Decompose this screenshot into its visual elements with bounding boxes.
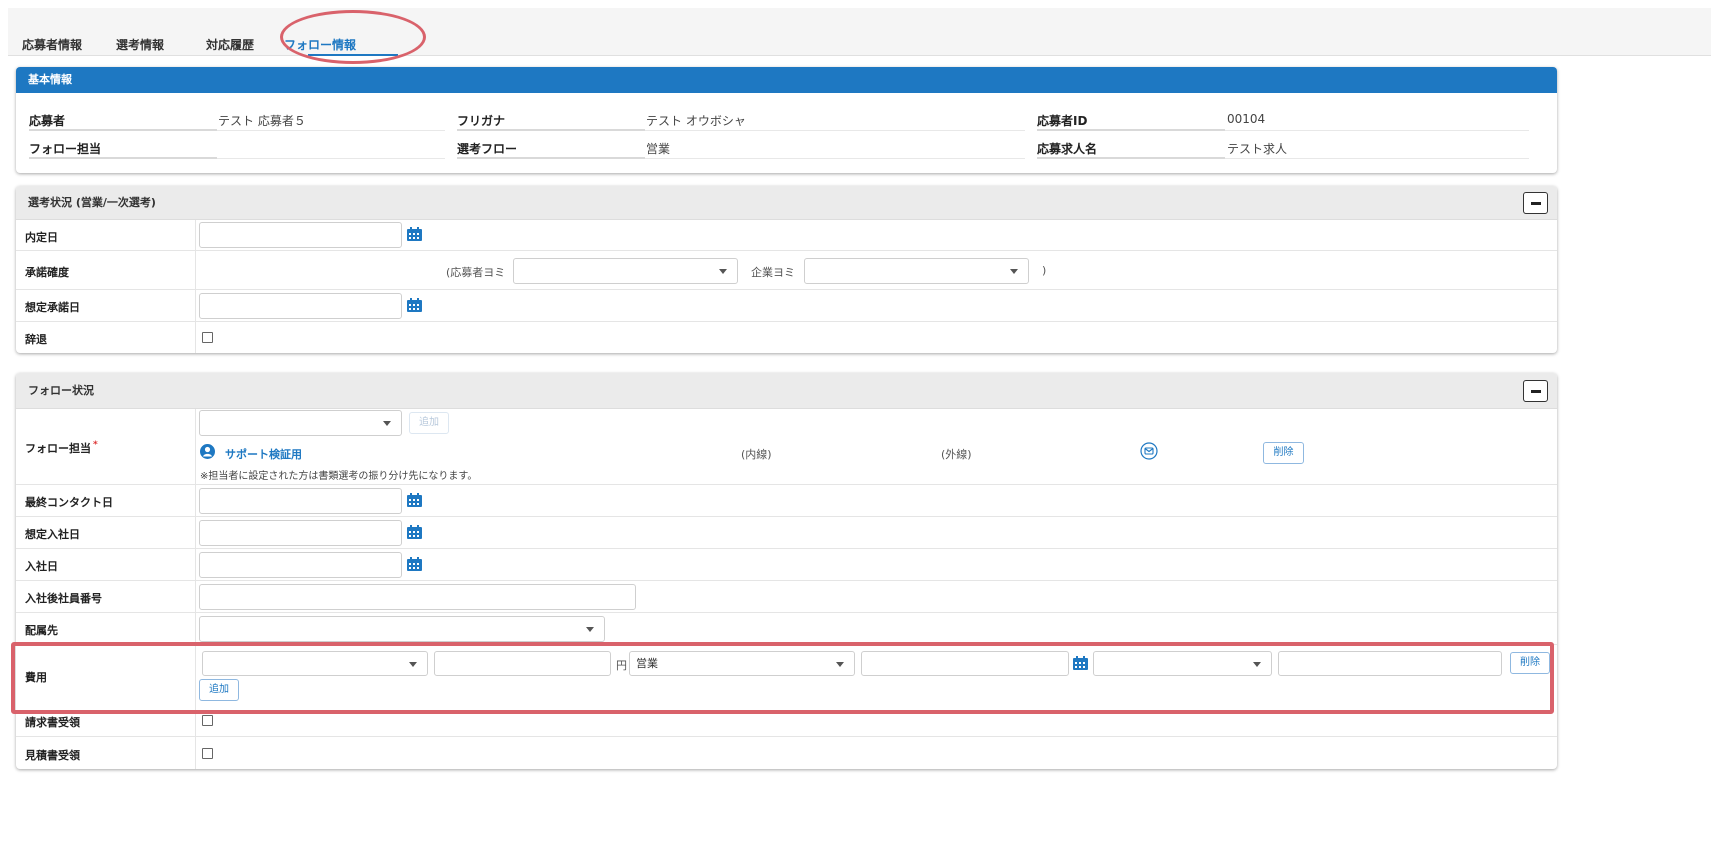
underline [457,157,645,159]
tab-bar: 応募者情報 選考情報 対応履歴 フォロー情報 [8,8,1711,56]
invoice-label: 請求書受領 [25,716,80,729]
mail-icon[interactable] [1140,442,1158,460]
collapse-selection-button[interactable] [1523,192,1548,214]
paren-close: ) [1042,264,1047,277]
acceptance-label: 承諾確度 [25,266,69,279]
underline [217,130,445,131]
basic-info-header: 基本情報 [16,67,1557,93]
tab-applicant-info[interactable]: 応募者情報 [22,36,82,53]
tab-response-history[interactable]: 対応履歴 [206,36,254,53]
applicant-yomi-select[interactable] [513,258,738,284]
applicant-id-value: 00104 [1227,112,1266,126]
add-owner-button[interactable]: 追加 [409,412,449,434]
applicant-label: 応募者 [29,114,66,128]
chevron-down-icon [1010,269,1018,274]
assignment-label: 配属先 [25,624,58,637]
calendar-icon[interactable] [407,525,422,539]
company-yomi-label: 企業ヨミ [751,266,795,279]
underline [1037,129,1225,131]
row-divider [16,736,1557,737]
expected-accept-input[interactable] [199,293,402,319]
estimate-checkbox[interactable] [202,748,213,759]
decline-label: 辞退 [25,333,47,346]
follow-owner-row-label: フォロー担当 * [25,440,98,455]
chevron-down-icon [383,421,391,426]
underline [217,158,445,159]
offer-date-label: 内定日 [25,231,58,244]
row-divider [16,548,1557,549]
underline [29,157,217,159]
follow-owner-label: フォロー担当 [29,142,102,156]
job-name-label: 応募求人名 [1037,142,1098,156]
furigana-value: テスト オウボシャ [646,114,746,128]
calendar-icon[interactable] [407,493,422,507]
follow-status-header: フォロー状況 [16,373,1557,409]
applicant-value: テスト 応募者５ [218,114,306,128]
underline [1037,157,1225,159]
expected-accept-label: 想定承諾日 [25,301,80,314]
offer-date-input[interactable] [199,222,402,248]
company-yomi-select[interactable] [804,258,1029,284]
internal-ext: (内線) [741,448,772,461]
tab-selection-info[interactable]: 選考情報 [116,36,164,53]
external-ext: (外線) [941,448,972,461]
underline [29,129,217,131]
calendar-icon[interactable] [407,298,422,312]
selection-flow-value: 営業 [646,142,671,156]
employee-no-label: 入社後社員番号 [25,592,102,605]
estimate-label: 見積書受領 [25,749,80,762]
required-mark: * [93,440,98,450]
underline [1225,158,1529,159]
decline-checkbox[interactable] [202,332,213,343]
employee-no-input[interactable] [199,584,636,610]
furigana-label: フリガナ [457,114,506,128]
row-divider [16,580,1557,581]
owner-name-link[interactable]: サポート検証用 [225,446,302,462]
expected-join-input[interactable] [199,520,402,546]
row-divider [16,250,1557,251]
row-divider [16,612,1557,613]
delete-owner-button[interactable]: 削除 [1263,442,1304,464]
row-divider [16,289,1557,290]
selection-status-header: 選考状況 (営業/一次選考) [16,186,1557,220]
job-name-value: テスト求人 [1227,142,1288,156]
applicant-id-label: 応募者ID [1037,114,1088,128]
invoice-checkbox[interactable] [202,715,213,726]
chevron-down-icon [586,627,594,632]
chevron-down-icon [719,269,727,274]
label-divider [195,220,196,353]
underline [645,130,1025,131]
follow-owner-select[interactable] [199,410,402,436]
join-date-label: 入社日 [25,560,58,573]
collapse-follow-button[interactable] [1523,380,1548,402]
highlight-ellipse [280,10,426,64]
underline [645,158,1025,159]
expected-join-label: 想定入社日 [25,528,80,541]
calendar-icon[interactable] [407,227,422,241]
join-date-input[interactable] [199,552,402,578]
row-divider [16,484,1557,485]
person-icon [200,444,215,459]
underline [457,129,645,131]
highlight-box [11,642,1554,714]
selection-flow-label: 選考フロー [457,142,518,156]
calendar-icon[interactable] [407,557,422,571]
label-divider [195,409,196,769]
assignment-select[interactable] [199,616,605,642]
row-divider [16,321,1557,322]
owner-note: ※担当者に設定された方は書類選考の振り分け先になります。 [200,471,478,482]
row-divider [16,516,1557,517]
last-contact-input[interactable] [199,488,402,514]
last-contact-label: 最終コンタクト日 [25,496,113,509]
underline [1225,130,1529,131]
applicant-yomi-label: (応募者ヨミ [446,266,506,279]
